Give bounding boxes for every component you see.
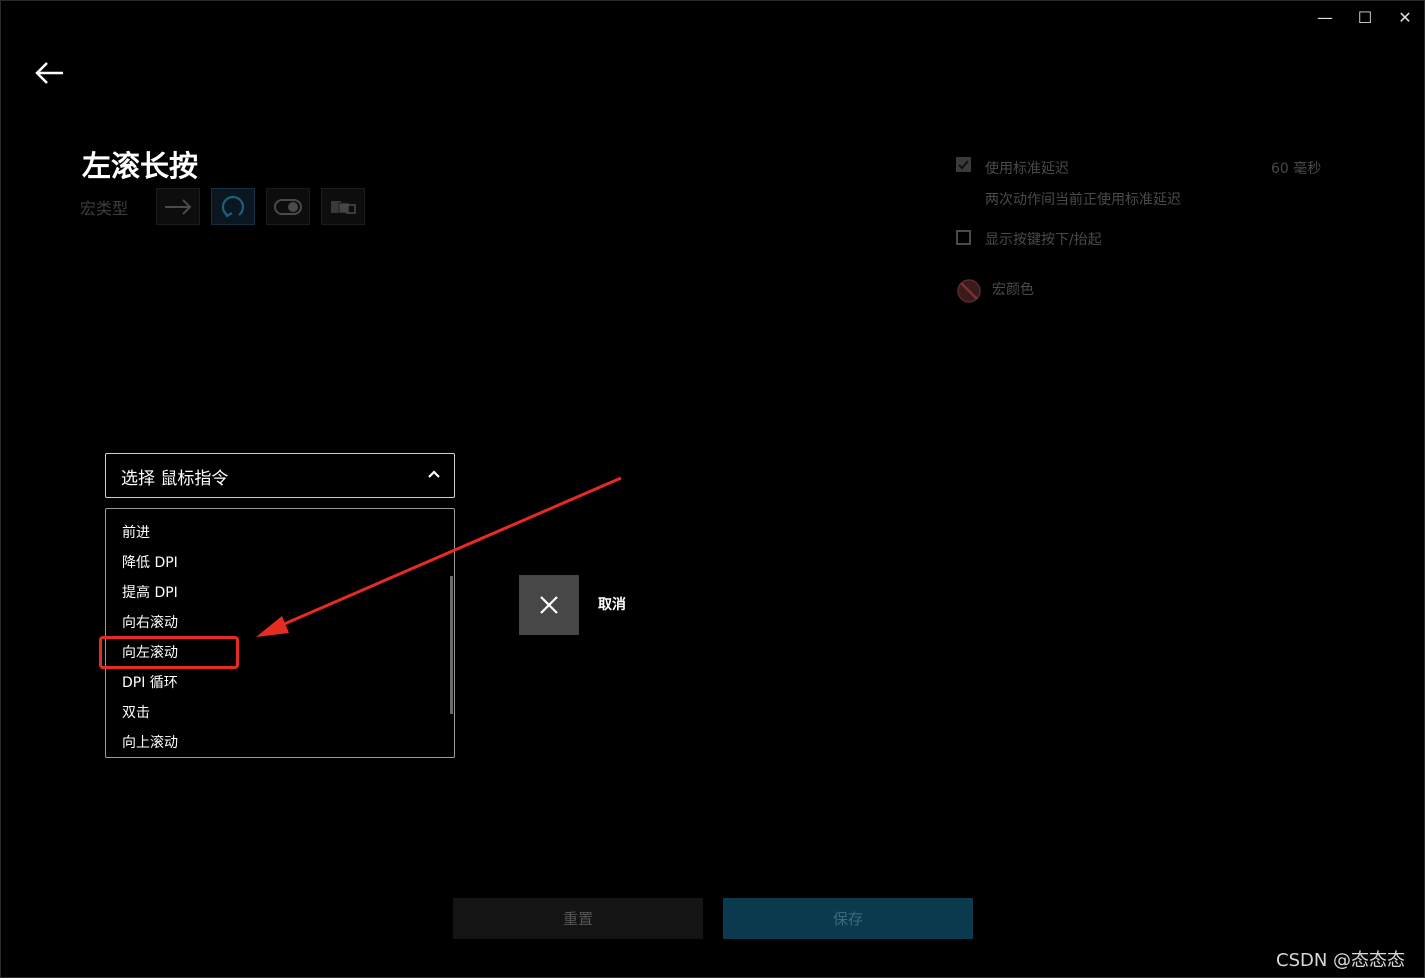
macro-color-label: 宏颜色 xyxy=(992,282,1034,298)
standard-delay-label: 使用标准延迟 xyxy=(985,161,1069,177)
list-item[interactable]: DPI 循环 xyxy=(122,672,178,692)
macro-type-sequence-button[interactable] xyxy=(321,188,365,225)
chevron-up-icon xyxy=(428,470,440,478)
standard-delay-value: 60 毫秒 xyxy=(1271,161,1322,177)
sequence-icon xyxy=(331,200,356,214)
mouse-command-list: 前进 降低 DPI 提高 DPI 向右滚动 向左滚动 DPI 循环 双击 向上滚… xyxy=(105,508,455,758)
macro-type-no-repeat-button[interactable] xyxy=(156,188,200,225)
minimize-button[interactable]: — xyxy=(1313,8,1337,28)
no-color-icon xyxy=(957,279,981,303)
list-scrollbar[interactable] xyxy=(450,576,453,714)
page-title: 左滚长按 xyxy=(82,149,199,183)
annotation-highlight-box xyxy=(99,636,239,669)
list-item[interactable]: 降低 DPI xyxy=(122,552,178,572)
repeat-icon xyxy=(221,195,245,218)
show-key-label: 显示按键按下/抬起 xyxy=(985,232,1102,248)
watermark: CSDN @态态态 xyxy=(1276,950,1406,971)
reset-button[interactable]: 重置 xyxy=(453,898,703,939)
arrow-right-icon xyxy=(165,198,192,215)
macro-type-label: 宏类型 xyxy=(80,199,129,218)
mouse-command-dropdown[interactable]: 选择 鼠标指令 xyxy=(105,453,455,498)
toggle-icon xyxy=(274,198,302,215)
list-item[interactable]: 前进 xyxy=(122,522,150,542)
arrow-left-icon xyxy=(35,62,63,84)
list-item[interactable]: 向上滚动 xyxy=(122,732,178,752)
maximize-button[interactable]: ☐ xyxy=(1353,8,1377,28)
close-window-button[interactable]: ✕ xyxy=(1393,8,1417,28)
dropdown-label: 选择 鼠标指令 xyxy=(121,469,229,489)
checkmark-icon xyxy=(958,160,969,170)
list-item[interactable]: 提高 DPI xyxy=(122,582,178,602)
cancel-button[interactable] xyxy=(519,575,579,635)
close-icon xyxy=(540,596,558,614)
macro-type-repeat-button[interactable] xyxy=(211,188,255,225)
macro-type-toggle-button[interactable] xyxy=(266,188,310,225)
macro-color-swatch[interactable] xyxy=(956,278,982,304)
list-item[interactable]: 双击 xyxy=(122,702,150,722)
standard-delay-description: 两次动作间当前正使用标准延迟 xyxy=(985,192,1181,208)
back-button[interactable] xyxy=(33,58,67,88)
standard-delay-checkbox[interactable] xyxy=(956,157,971,172)
cancel-label[interactable]: 取消 xyxy=(598,594,626,614)
list-item[interactable]: 向右滚动 xyxy=(122,612,178,632)
show-key-checkbox[interactable] xyxy=(956,230,971,245)
save-button[interactable]: 保存 xyxy=(723,898,973,939)
